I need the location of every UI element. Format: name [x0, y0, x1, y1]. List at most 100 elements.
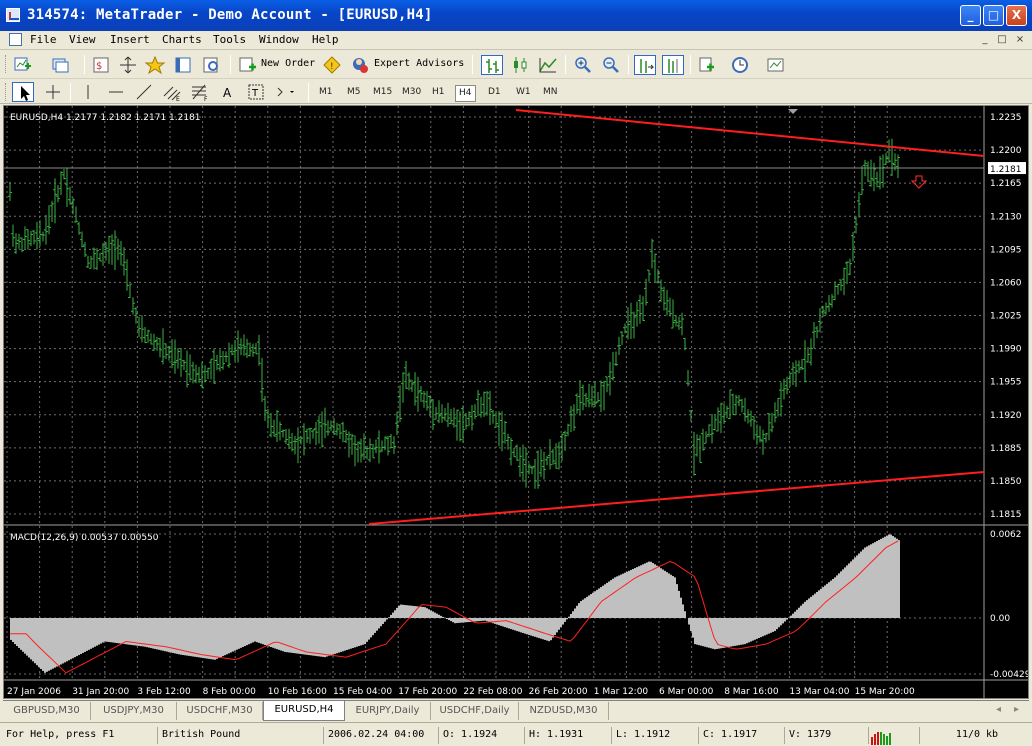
tab-scroll-right-icon[interactable]: ▸ — [1014, 704, 1019, 715]
terminal-icon[interactable] — [172, 55, 194, 75]
macd-histogram-bar — [200, 618, 202, 658]
chart-shift-icon[interactable] — [662, 55, 684, 75]
mdi-close-button[interactable]: × — [1013, 34, 1027, 47]
text-label-icon[interactable]: T — [245, 82, 267, 102]
timeframe-h1[interactable]: H1 — [429, 85, 448, 102]
new-chart-icon[interactable] — [12, 55, 34, 75]
macd-histogram-bar — [106, 618, 108, 642]
expert-advisors-button[interactable]: Expert Advisors — [374, 58, 464, 69]
price-chart[interactable]: 27 Jan 2006 31 Jan 20:00 3 Feb 12:00 8 Feb … — [4, 106, 1028, 698]
equidistant-channel-icon[interactable]: E — [161, 82, 183, 102]
minimize-button[interactable]: _ — [960, 5, 981, 26]
macd-histogram-bar — [866, 546, 868, 618]
macd-histogram-bar — [626, 571, 628, 618]
timeframe-m1[interactable]: M1 — [316, 85, 336, 102]
macd-histogram-bar — [150, 618, 152, 649]
menu-charts[interactable]: Charts — [162, 33, 202, 46]
timeframe-w1[interactable]: W1 — [513, 85, 534, 102]
chart-document-icon[interactable] — [9, 33, 22, 46]
indicators-icon[interactable] — [697, 55, 719, 75]
macd-histogram-bar — [398, 605, 400, 618]
new-order-button[interactable]: New Order — [261, 58, 315, 69]
menu-view[interactable]: View — [69, 33, 96, 46]
macd-histogram-bar — [50, 618, 52, 670]
macd-histogram-bar — [628, 570, 630, 618]
macd-histogram-bar — [544, 618, 546, 640]
timeframe-h4[interactable]: H4 — [455, 85, 476, 102]
tab-eurjpy-daily[interactable]: EURJPY,Daily — [345, 702, 431, 720]
text-tool-icon[interactable]: A — [217, 82, 239, 102]
macd-histogram-bar — [40, 618, 42, 669]
close-button[interactable]: X — [1006, 5, 1027, 26]
menu-file[interactable]: File — [30, 33, 57, 46]
cursor-icon[interactable] — [12, 82, 34, 102]
data-window-icon[interactable] — [117, 55, 139, 75]
timeframe-m15[interactable]: M15 — [370, 85, 395, 102]
vertical-line-icon[interactable] — [77, 82, 99, 102]
macd-histogram-bar — [736, 618, 738, 646]
timeframe-mn[interactable]: MN — [540, 85, 561, 102]
macd-histogram-bar — [820, 588, 822, 618]
metatrader-app-icon[interactable] — [6, 8, 20, 22]
periods-icon[interactable] — [730, 55, 752, 75]
fibonacci-retracement-icon[interactable]: F — [189, 82, 211, 102]
macd-histogram-bar — [648, 561, 650, 618]
macd-histogram-bar — [310, 618, 312, 656]
price-tick-label: 1.1885 — [990, 444, 1022, 454]
macd-histogram-bar — [660, 568, 662, 618]
macd-histogram-bar — [558, 618, 560, 630]
title-bar[interactable]: 314574: MetaTrader - Demo Account - [EUR… — [0, 0, 1032, 31]
price-tick-label: 1.2235 — [990, 113, 1022, 123]
expert-advisors-icon[interactable] — [349, 55, 371, 75]
mdi-restore-button[interactable]: □ — [995, 34, 1009, 47]
zoom-out-icon[interactable] — [600, 55, 622, 75]
menu-window[interactable]: Window — [259, 33, 299, 46]
toolbar-grip[interactable] — [5, 83, 8, 101]
macd-histogram-bar — [412, 605, 414, 618]
auto-scroll-icon[interactable] — [634, 55, 656, 75]
tab-eurusd-h4[interactable]: EURUSD,H4 — [263, 701, 345, 721]
macd-histogram-bar — [898, 540, 900, 618]
macd-histogram-bar — [760, 618, 762, 638]
trendline-icon[interactable] — [133, 82, 155, 102]
new-order-icon[interactable] — [237, 55, 259, 75]
mdi-minimize-button[interactable]: _ — [978, 34, 992, 47]
strategy-tester-icon[interactable] — [200, 55, 222, 75]
maximize-button[interactable]: □ — [983, 5, 1004, 26]
templates-icon[interactable] — [765, 55, 787, 75]
navigator-icon[interactable] — [144, 55, 166, 75]
candlestick-chart-icon[interactable] — [509, 55, 531, 75]
market-watch-icon[interactable]: $ — [90, 55, 112, 75]
connection-status-cell[interactable] — [868, 727, 916, 745]
crosshair-icon[interactable] — [42, 82, 64, 102]
macd-histogram-bar — [210, 618, 212, 660]
horizontal-line-icon[interactable] — [105, 82, 127, 102]
macd-histogram-bar — [100, 618, 102, 644]
menu-help[interactable]: Help — [312, 33, 339, 46]
zoom-in-icon[interactable] — [572, 55, 594, 75]
profiles-icon[interactable] — [50, 55, 72, 75]
macd-histogram-bar — [264, 618, 266, 645]
toolbar-grip[interactable] — [5, 55, 8, 73]
price-tick-label: 1.1815 — [990, 510, 1022, 520]
arrows-dropdown-icon[interactable] — [274, 82, 296, 102]
date-tick-label: 22 Feb 08:00 — [463, 687, 522, 697]
tab-usdchf-m30[interactable]: USDCHF,M30 — [177, 702, 263, 720]
menu-tools[interactable]: Tools — [213, 33, 246, 46]
line-chart-icon[interactable] — [537, 55, 559, 75]
timeframe-d1[interactable]: D1 — [485, 85, 504, 102]
tab-usdchf-daily[interactable]: USDCHF,Daily — [431, 702, 519, 720]
macd-histogram-bar — [780, 618, 782, 626]
macd-histogram-bar — [432, 611, 434, 618]
tab-usdjpy-m30[interactable]: USDJPY,M30 — [91, 702, 177, 720]
metaeditor-icon[interactable]: ! — [321, 55, 343, 75]
menu-insert[interactable]: Insert — [110, 33, 150, 46]
macd-histogram-bar — [874, 542, 876, 618]
tab-gbpusd-m30[interactable]: GBPUSD,M30 — [3, 702, 91, 720]
timeframe-m5[interactable]: M5 — [344, 85, 364, 102]
bar-chart-icon[interactable] — [481, 55, 503, 75]
chart-area[interactable]: 27 Jan 2006 31 Jan 20:00 3 Feb 12:00 8 Feb … — [3, 105, 1029, 699]
tab-nzdusd-m30[interactable]: NZDUSD,M30 — [519, 702, 609, 720]
tab-scroll-left-icon[interactable]: ◂ — [996, 704, 1001, 715]
timeframe-m30[interactable]: M30 — [399, 85, 424, 102]
